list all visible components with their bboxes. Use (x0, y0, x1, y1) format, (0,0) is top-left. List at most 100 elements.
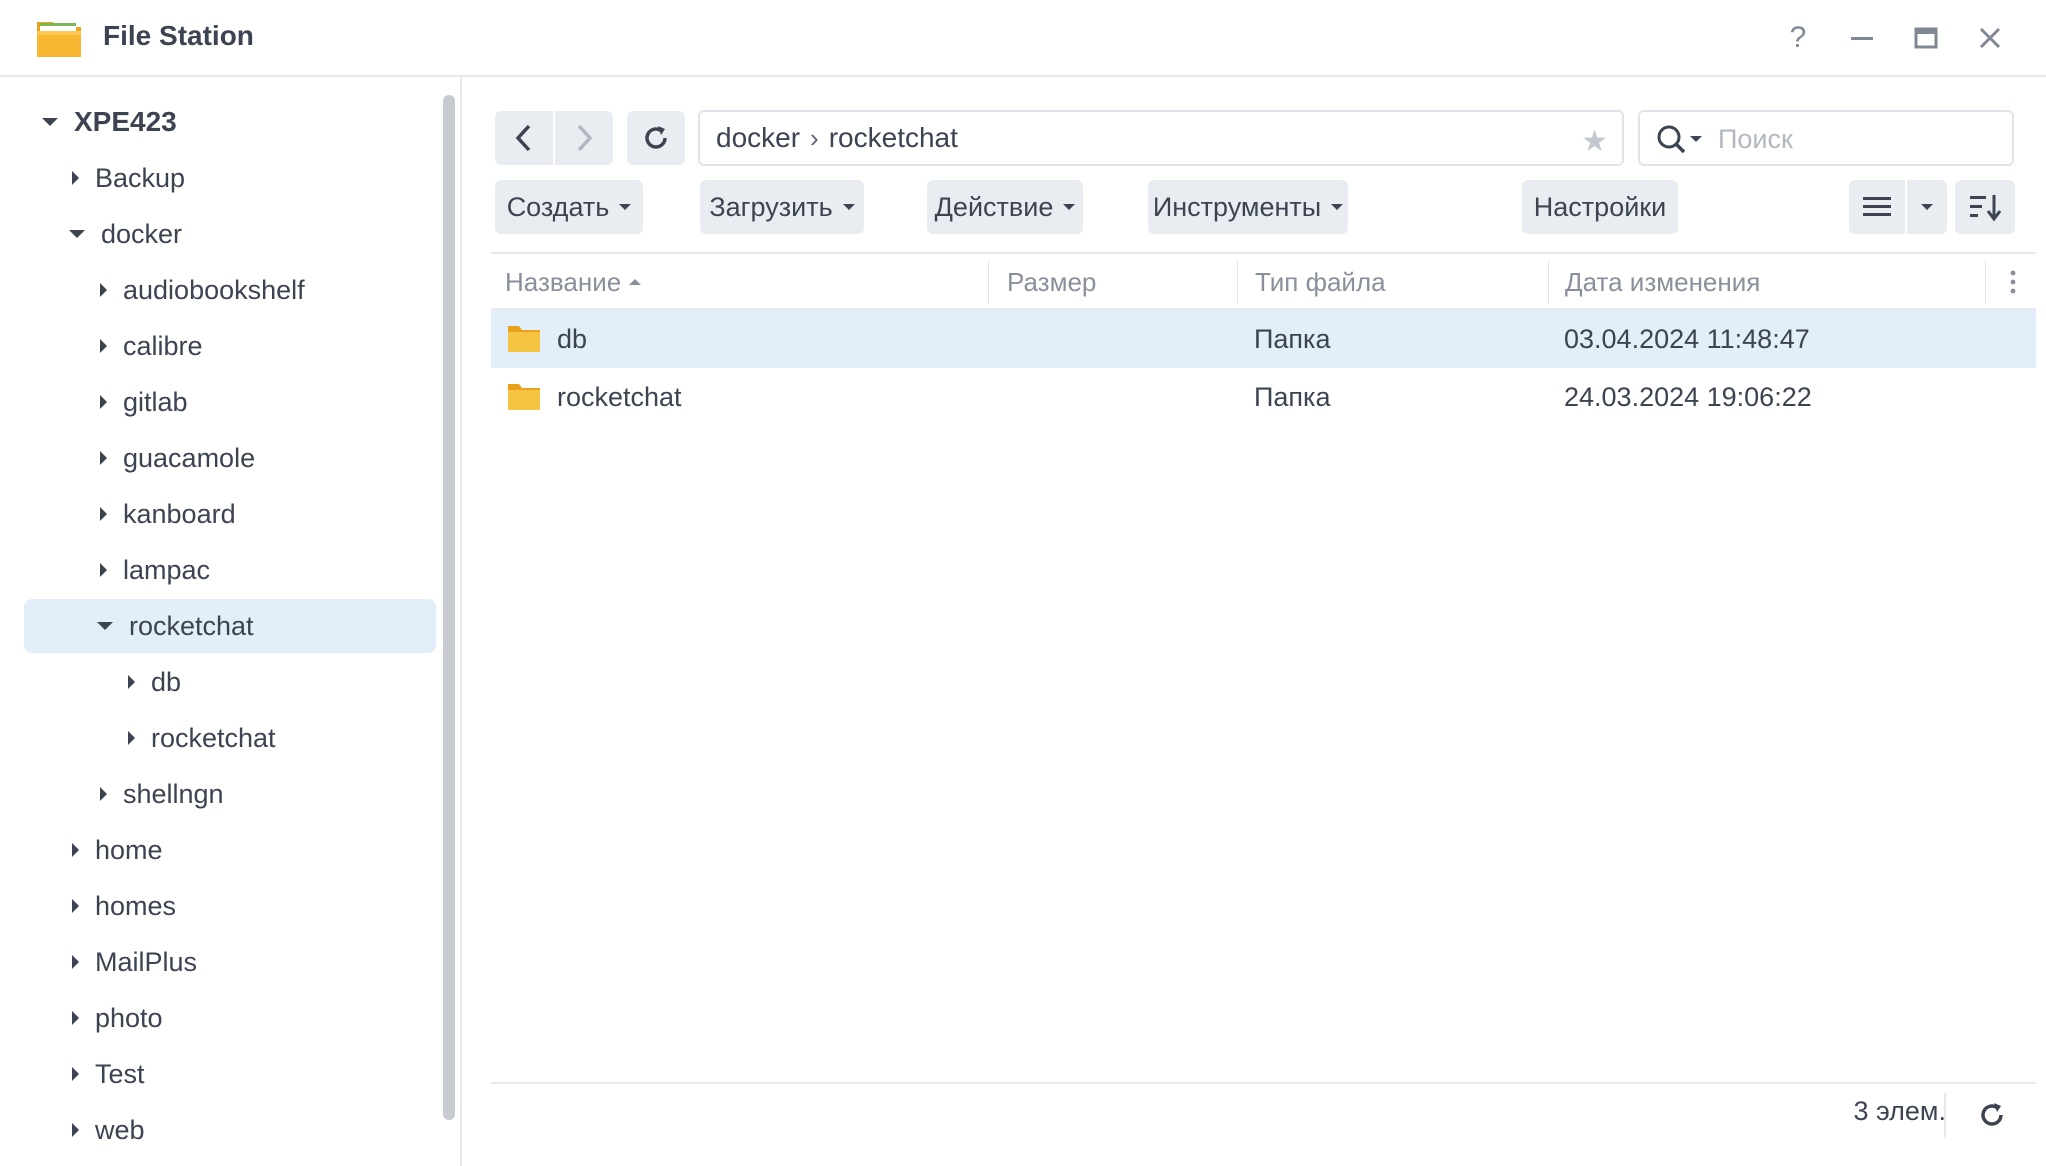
caret-down-icon[interactable] (97, 622, 113, 630)
star-icon[interactable]: ★ (1581, 124, 1608, 159)
action-button[interactable]: Действие (927, 180, 1083, 234)
column-options-button[interactable] (1991, 254, 2035, 310)
table-row[interactable]: db Папка 03.04.2024 11:48:47 (491, 310, 2036, 368)
tree-item-photo[interactable]: photo (24, 991, 436, 1045)
folder-tree-sidebar: XPE423 Backup docker audiobookshelf cali… (0, 77, 462, 1166)
title-bar: File Station ? (0, 0, 2046, 77)
tree-item-lampac[interactable]: lampac (24, 543, 436, 597)
caret-right-icon[interactable] (72, 955, 79, 969)
column-header-type[interactable]: Тип файла (1241, 254, 1547, 310)
minimize-icon[interactable] (1842, 18, 1882, 58)
create-button[interactable]: Создать (495, 180, 643, 234)
dropdown-caret-icon (1921, 204, 1933, 210)
cell-modified: 03.04.2024 11:48:47 (1564, 323, 1810, 354)
tree-item-docker[interactable]: docker (24, 207, 436, 261)
back-button[interactable] (495, 111, 553, 165)
caret-right-icon[interactable] (72, 171, 79, 185)
caret-right-icon[interactable] (72, 1011, 79, 1025)
column-header-name-label: Название (505, 266, 622, 297)
tree-item-gitlab[interactable]: gitlab (24, 375, 436, 429)
tools-button[interactable]: Инструменты (1148, 180, 1348, 234)
tree-item-label: guacamole (123, 442, 256, 473)
footer-refresh-button[interactable] (1972, 1095, 2012, 1135)
tree-item-audiobookshelf[interactable]: audiobookshelf (24, 263, 436, 317)
view-mode-dropdown[interactable] (1907, 180, 1947, 234)
caret-right-icon[interactable] (100, 395, 107, 409)
dropdown-caret-icon (842, 204, 855, 210)
tree-item-label: kanboard (123, 498, 236, 529)
tree-item-guacamole[interactable]: guacamole (24, 431, 436, 485)
refresh-button[interactable] (627, 111, 685, 165)
tree-item-shellngn[interactable]: shellngn (24, 767, 436, 821)
forward-button[interactable] (555, 111, 613, 165)
settings-label: Настройки (1533, 191, 1667, 222)
breadcrumb-docker[interactable]: docker (716, 122, 800, 154)
tree-item-kanboard[interactable]: kanboard (24, 487, 436, 541)
cell-type: Папка (1254, 323, 1331, 354)
settings-button[interactable]: Настройки (1522, 180, 1678, 234)
search-input[interactable] (1718, 122, 1998, 156)
tree-item-mailplus[interactable]: MailPlus (24, 935, 436, 989)
tree-root-xpe423[interactable]: XPE423 (24, 95, 436, 149)
column-divider[interactable] (988, 260, 989, 304)
tree-item-db[interactable]: db (24, 655, 436, 709)
caret-right-icon[interactable] (100, 787, 107, 801)
caret-right-icon[interactable] (72, 843, 79, 857)
help-icon[interactable]: ? (1778, 18, 1818, 58)
caret-right-icon[interactable] (128, 675, 135, 689)
tree-item-label: home (95, 834, 163, 865)
column-header-modified[interactable]: Дата изменения (1551, 254, 1981, 310)
tree-item-rocketchat[interactable]: rocketchat (24, 599, 436, 653)
path-bar[interactable]: docker › rocketchat ★ (698, 110, 1624, 166)
list-view-icon (1863, 197, 1891, 216)
close-icon[interactable] (1970, 18, 2010, 58)
caret-down-icon[interactable] (42, 118, 58, 126)
search-box[interactable] (1638, 110, 2014, 166)
caret-right-icon[interactable] (72, 1067, 79, 1081)
upload-button[interactable]: Загрузить (700, 180, 864, 234)
footer-separator (1944, 1093, 1946, 1137)
caret-right-icon[interactable] (100, 563, 107, 577)
caret-right-icon[interactable] (128, 731, 135, 745)
search-icon[interactable] (1656, 124, 1712, 156)
tree-item-home[interactable]: home (24, 823, 436, 877)
maximize-icon[interactable] (1906, 18, 1946, 58)
tree-item-label: lampac (123, 554, 211, 585)
breadcrumb-rocketchat[interactable]: rocketchat (829, 122, 958, 154)
column-divider[interactable] (1548, 260, 1549, 304)
caret-right-icon[interactable] (100, 339, 107, 353)
tree-item-web[interactable]: web (24, 1103, 436, 1157)
refresh-icon (1981, 1103, 2003, 1126)
sort-button[interactable] (1955, 180, 2015, 234)
tree-item-calibre[interactable]: calibre (24, 319, 436, 373)
dropdown-caret-icon (1063, 204, 1076, 210)
caret-right-icon[interactable] (100, 451, 107, 465)
column-header-size[interactable]: Размер (993, 254, 1237, 310)
cell-name: rocketchat (557, 381, 682, 412)
caret-right-icon[interactable] (72, 899, 79, 913)
list-view-button[interactable] (1849, 180, 1905, 234)
tree-item-label: XPE423 (74, 106, 177, 137)
tree-item-label: Backup (95, 162, 186, 193)
tree-item-test[interactable]: Test (24, 1047, 436, 1101)
table-row[interactable]: rocketchat Папка 24.03.2024 19:06:22 (491, 368, 2036, 426)
tree-item-homes[interactable]: homes (24, 879, 436, 933)
caret-right-icon[interactable] (72, 1123, 79, 1137)
tree-item-label: MailPlus (95, 946, 198, 977)
cell-type: Папка (1254, 381, 1331, 412)
caret-right-icon[interactable] (100, 283, 107, 297)
table-header: Название Размер Тип файла Дата изменения (491, 252, 2036, 310)
tree-item-rocketchat-sub[interactable]: rocketchat (24, 711, 436, 765)
tree-item-label: calibre (123, 330, 203, 361)
column-header-name[interactable]: Название (491, 254, 991, 310)
tree-item-label: web (95, 1114, 145, 1145)
caret-down-icon[interactable] (69, 230, 85, 238)
tree-item-backup[interactable]: Backup (24, 151, 436, 205)
create-label: Создать (506, 191, 610, 222)
caret-right-icon[interactable] (100, 507, 107, 521)
sidebar-scrollbar[interactable] (443, 95, 455, 1120)
dropdown-caret-icon (619, 204, 632, 210)
column-divider[interactable] (1237, 260, 1238, 304)
more-vertical-icon (2010, 270, 2016, 294)
column-divider[interactable] (1985, 260, 1986, 304)
